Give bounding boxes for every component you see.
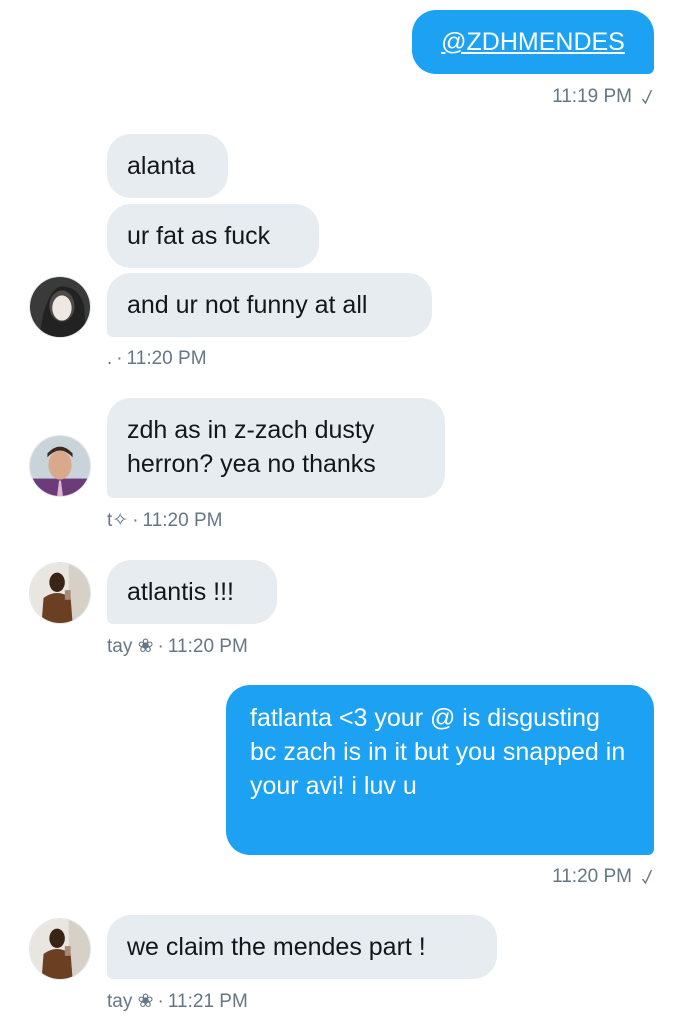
- incoming-message-bubble[interactable]: ur fat as fuck: [107, 204, 319, 268]
- meta-separator: ·: [157, 635, 164, 657]
- sender-name: .: [107, 348, 113, 369]
- message-meta: . · 11:20 PM: [107, 348, 207, 370]
- message-text: fatlanta <3 your @ is disgusting bc zach…: [250, 704, 626, 800]
- message-timestamp: 11:19 PM: [552, 86, 652, 108]
- incoming-message-bubble[interactable]: alanta: [107, 134, 228, 198]
- sender-name: t✧: [107, 510, 129, 531]
- checkmark-icon: [642, 89, 652, 105]
- avatar-photo-icon: [30, 277, 90, 337]
- message-meta: tay ❀ · 11:21 PM: [107, 990, 248, 1013]
- user-avatar[interactable]: [29, 562, 91, 624]
- timestamp-text: 11:20 PM: [126, 348, 207, 369]
- timestamp-text: 11:19 PM: [552, 86, 632, 107]
- sender-name: tay ❀: [107, 991, 154, 1012]
- user-avatar[interactable]: [29, 276, 91, 338]
- incoming-message-bubble[interactable]: atlantis !!!: [107, 560, 277, 624]
- incoming-message-bubble[interactable]: and ur not funny at all: [107, 273, 432, 337]
- message-meta: t✧ · 11:20 PM: [107, 509, 222, 532]
- avatar-photo-icon: [30, 919, 90, 979]
- meta-separator: ·: [157, 990, 164, 1012]
- user-avatar[interactable]: [29, 435, 91, 497]
- incoming-message-bubble[interactable]: we claim the mendes part !: [107, 915, 497, 979]
- message-timestamp: 11:20 PM: [552, 866, 652, 888]
- mention-link[interactable]: @ZDHMENDES: [441, 25, 625, 59]
- timestamp-text: 11:21 PM: [167, 990, 248, 1012]
- checkmark-icon: [642, 869, 652, 885]
- message-text: we claim the mendes part !: [127, 933, 426, 961]
- meta-separator: ·: [116, 348, 123, 369]
- dm-conversation: @ZDHMENDES 11:19 PM alanta ur fat as fuc…: [0, 0, 682, 1023]
- sender-name: tay ❀: [107, 636, 154, 657]
- incoming-message-bubble[interactable]: zdh as in z-zach dusty herron? yea no th…: [107, 398, 445, 498]
- meta-separator: ·: [132, 509, 139, 531]
- timestamp-text: 11:20 PM: [552, 866, 632, 887]
- message-text: and ur not funny at all: [127, 291, 368, 319]
- avatar-photo-icon: [30, 436, 90, 496]
- timestamp-text: 11:20 PM: [142, 509, 223, 531]
- message-text: alanta: [127, 152, 196, 180]
- avatar-photo-icon: [30, 563, 90, 623]
- outgoing-message-bubble[interactable]: fatlanta <3 your @ is disgusting bc zach…: [226, 685, 654, 855]
- user-avatar[interactable]: [29, 918, 91, 980]
- message-text: ur fat as fuck: [127, 222, 271, 250]
- message-meta: tay ❀ · 11:20 PM: [107, 635, 248, 658]
- outgoing-message-bubble[interactable]: @ZDHMENDES: [412, 10, 654, 74]
- timestamp-text: 11:20 PM: [167, 635, 248, 657]
- message-text: atlantis !!!: [127, 578, 234, 606]
- message-text: zdh as in z-zach dusty herron? yea no th…: [127, 416, 376, 478]
